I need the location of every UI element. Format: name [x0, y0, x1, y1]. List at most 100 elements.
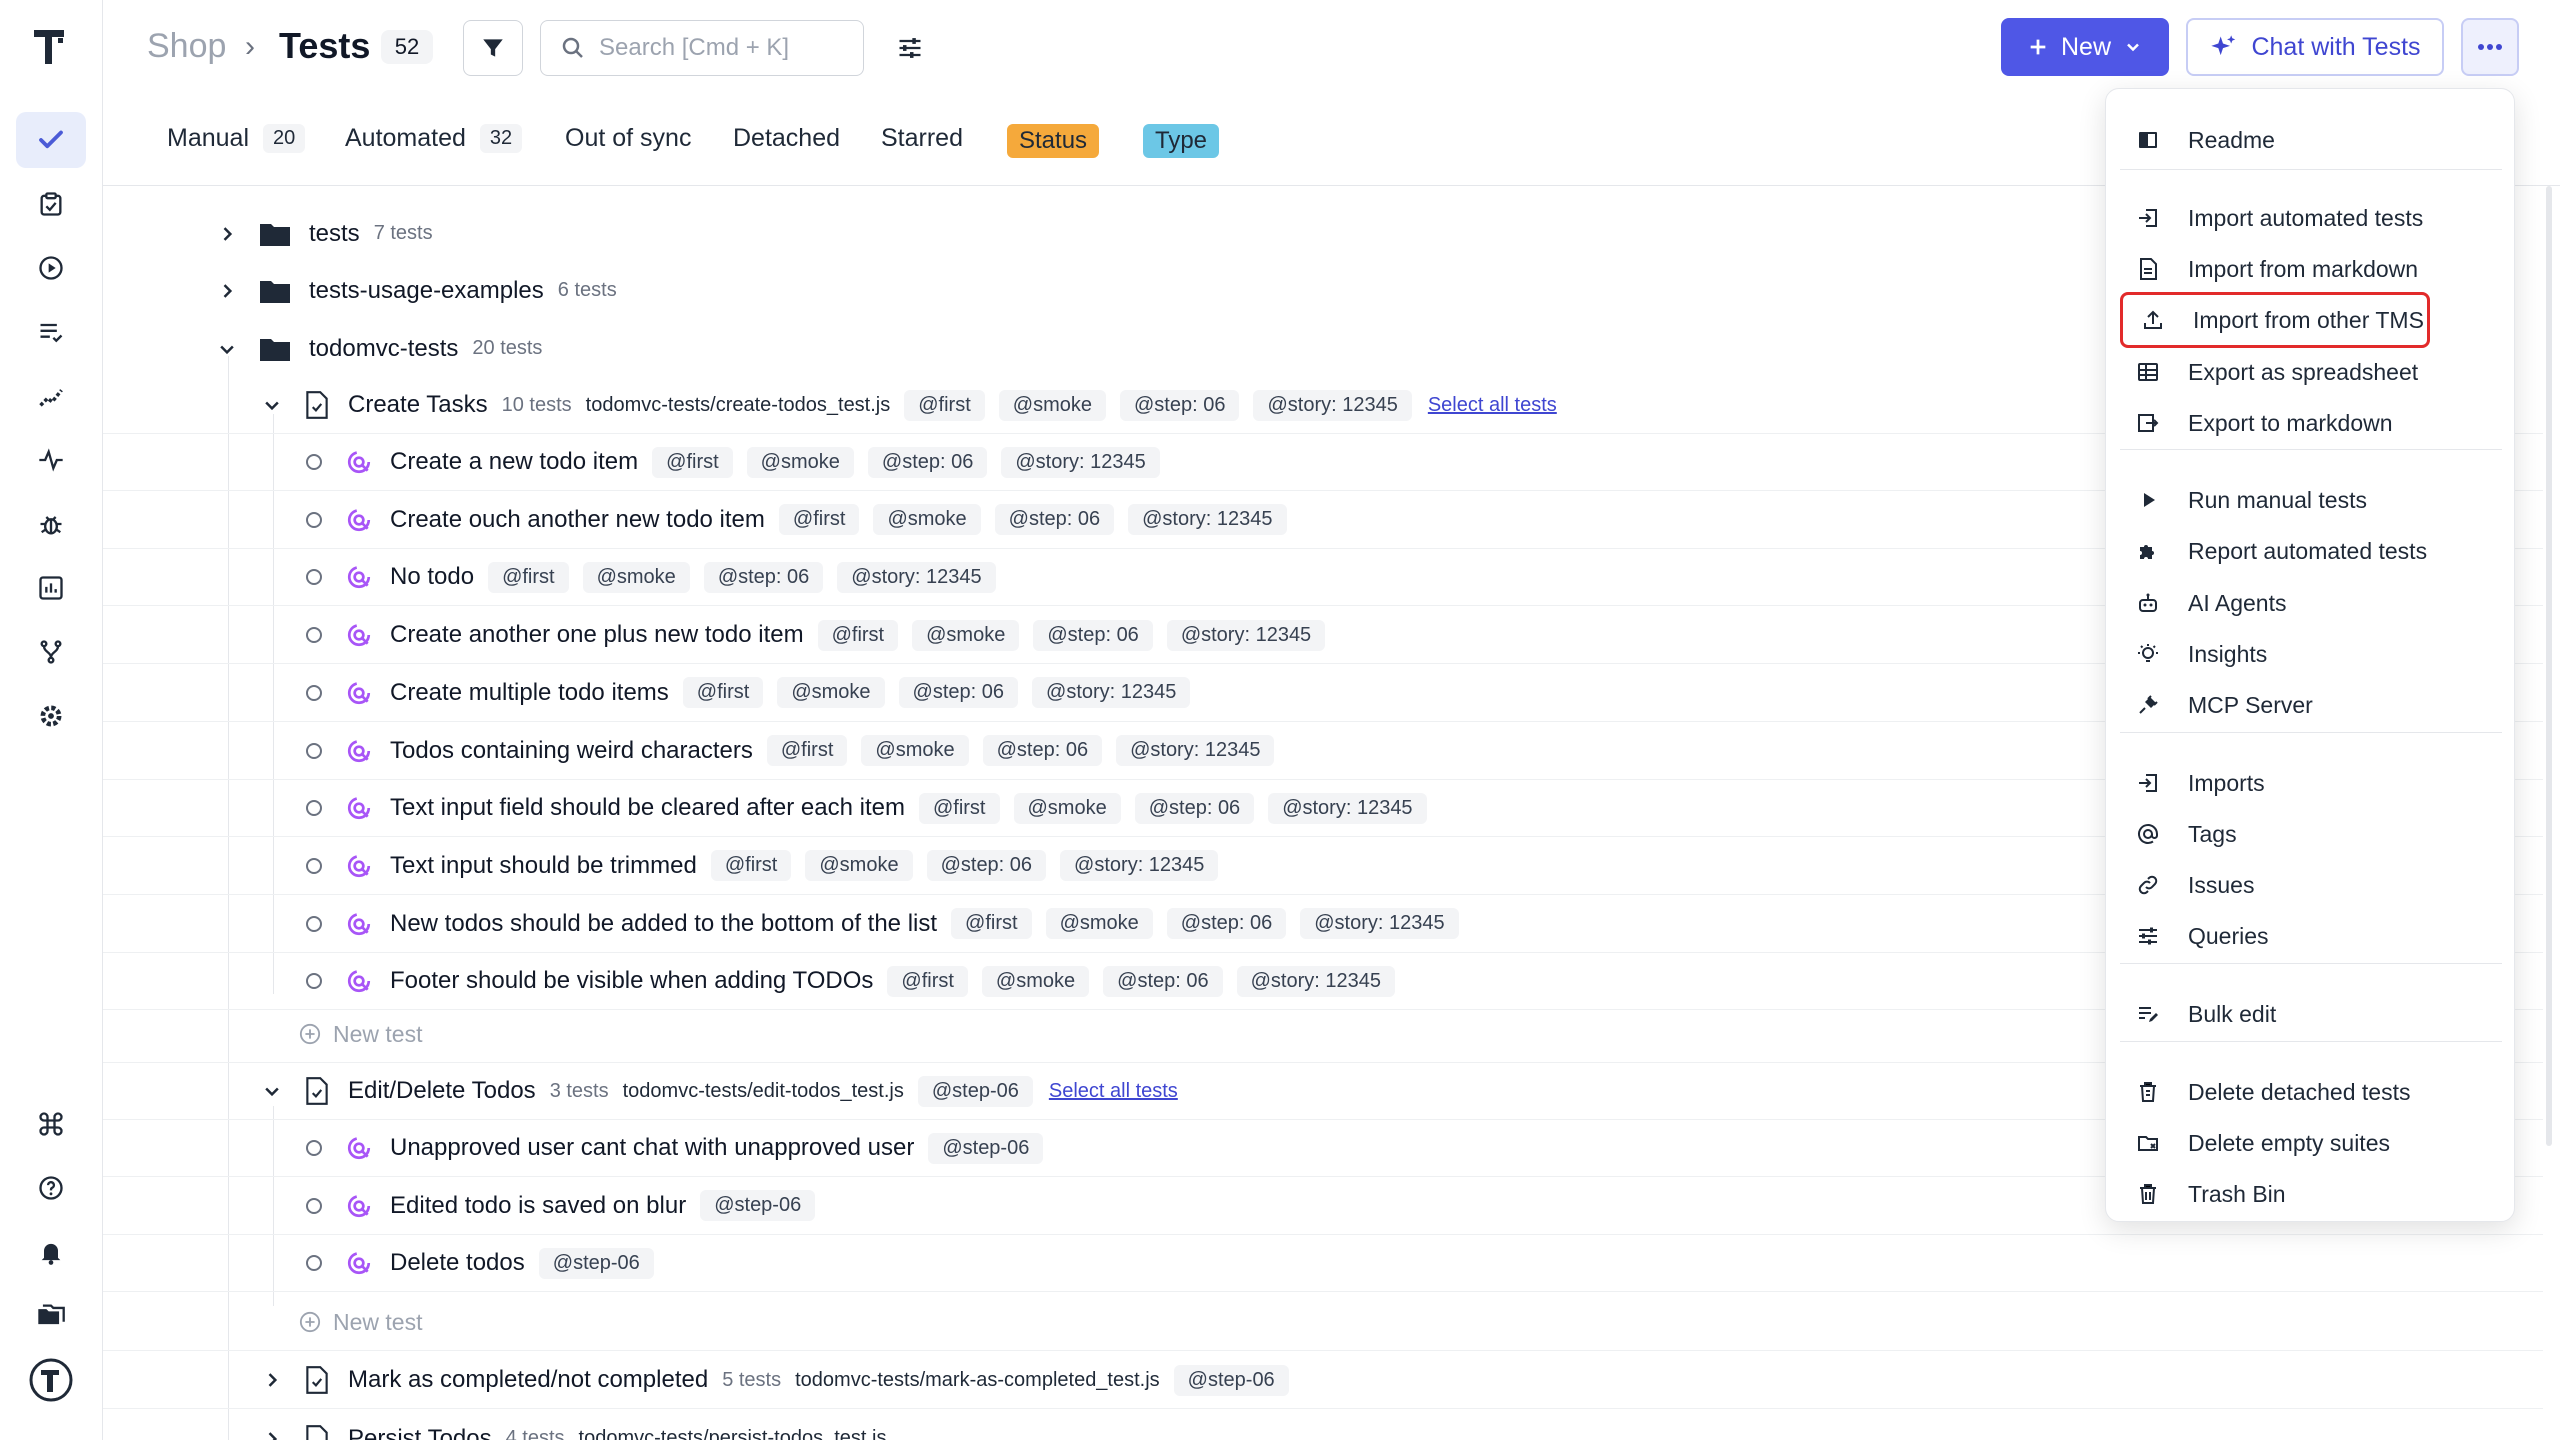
projects-folders-icon[interactable]	[16, 1288, 86, 1344]
chat-with-tests-button[interactable]: Chat with Tests	[2186, 18, 2444, 76]
tag[interactable]: @step: 06	[1033, 619, 1153, 651]
chevron-right-icon[interactable]	[260, 1368, 284, 1392]
tag[interactable]: @story: 12345	[1268, 792, 1427, 824]
breadcrumb-project[interactable]: Shop	[147, 27, 226, 66]
search-box[interactable]	[540, 20, 864, 76]
status-circle-icon[interactable]	[306, 511, 322, 528]
branches-icon[interactable]	[16, 624, 86, 680]
tag[interactable]: @step: 06	[703, 561, 824, 593]
tag[interactable]: @step: 06	[898, 677, 1019, 709]
status-circle-icon[interactable]	[306, 973, 322, 990]
status-circle-icon[interactable]	[306, 1255, 322, 1272]
status-circle-icon[interactable]	[306, 1197, 322, 1214]
command-icon[interactable]	[16, 1096, 86, 1152]
tab-out-of-sync[interactable]: Out of sync	[565, 124, 691, 153]
display-settings-button[interactable]	[888, 28, 932, 68]
menu-item-readme[interactable]: Readme	[2118, 115, 2504, 165]
tag[interactable]: @step-06	[917, 1075, 1033, 1107]
tag[interactable]: @story: 12345	[1032, 677, 1191, 709]
menu-item-export-to-markdown[interactable]: Export to markdown	[2118, 398, 2504, 448]
menu-item-queries[interactable]: Queries	[2118, 911, 2504, 961]
tab-type[interactable]: Type	[1143, 124, 1220, 158]
status-circle-icon[interactable]	[306, 454, 322, 470]
testomatio-logo-icon[interactable]	[28, 24, 72, 68]
tag[interactable]: @story: 12345	[1128, 504, 1287, 536]
chevron-right-icon[interactable]	[260, 1427, 284, 1440]
tag[interactable]: @step: 06	[982, 735, 1103, 766]
tag[interactable]: @smoke	[805, 850, 913, 882]
tag[interactable]: @first	[817, 619, 899, 651]
tag[interactable]: @story: 12345	[837, 561, 996, 593]
tag[interactable]: @smoke	[582, 561, 690, 593]
select-all-tests-link[interactable]: Select all tests	[1049, 1080, 1178, 1103]
account-avatar-icon[interactable]	[16, 1352, 86, 1408]
tag[interactable]: @first	[488, 561, 569, 593]
tag[interactable]: @smoke	[912, 619, 1020, 651]
menu-item-tags[interactable]: Tags	[2118, 809, 2504, 859]
menu-item-trash-bin[interactable]: Trash Bin	[2118, 1169, 2504, 1219]
pulse-icon[interactable]	[16, 432, 86, 488]
menu-item-import-from-other-tms[interactable]: Import from other TMS	[2120, 292, 2430, 348]
runs-list-check-icon[interactable]	[16, 304, 86, 360]
new-test-row[interactable]: New test	[103, 1294, 2543, 1351]
analytics-trend-icon[interactable]	[16, 368, 86, 424]
suite-row[interactable]: Mark as completed/not completed 5 tests …	[103, 1352, 2543, 1409]
tag[interactable]: @step-06	[1173, 1364, 1289, 1396]
help-icon[interactable]	[16, 1160, 86, 1216]
status-circle-icon[interactable]	[306, 684, 322, 701]
tag[interactable]: @step: 06	[994, 504, 1115, 536]
tag[interactable]: @step: 06	[1134, 792, 1255, 824]
menu-item-bulk-edit[interactable]: Bulk edit	[2118, 989, 2504, 1039]
reports-chart-icon[interactable]	[16, 560, 86, 616]
tag[interactable]: @smoke	[981, 965, 1090, 997]
chevron-down-icon[interactable]	[215, 337, 239, 361]
plans-clipboard-icon[interactable]	[16, 176, 86, 232]
tab-detached[interactable]: Detached	[733, 124, 840, 153]
menu-item-export-as-spreadsheet[interactable]: Export as spreadsheet	[2118, 347, 2504, 397]
bug-icon[interactable]	[16, 496, 86, 552]
tag[interactable]: @smoke	[1013, 792, 1121, 824]
tag[interactable]: @step: 06	[867, 446, 988, 478]
status-circle-icon[interactable]	[306, 569, 322, 586]
tag[interactable]: @smoke	[861, 735, 969, 766]
tag[interactable]: @smoke	[746, 446, 854, 478]
tab-manual[interactable]: Manual 20	[167, 124, 306, 153]
suite-row[interactable]: Persist Todos 4 tests todomvc-tests/pers…	[103, 1410, 2543, 1440]
settings-gear-icon[interactable]	[16, 688, 86, 744]
tag[interactable]: @step: 06	[1166, 908, 1287, 940]
tab-automated[interactable]: Automated 32	[345, 124, 523, 153]
status-circle-icon[interactable]	[306, 800, 322, 817]
tag[interactable]: @step: 06	[1120, 389, 1240, 421]
tag[interactable]: @first	[887, 965, 968, 997]
tag[interactable]: @story: 12345	[1060, 850, 1219, 882]
status-circle-icon[interactable]	[306, 1140, 322, 1156]
menu-item-run-manual-tests[interactable]: Run manual tests	[2118, 475, 2504, 525]
tests-nav-check-icon[interactable]	[16, 112, 86, 168]
filter-button[interactable]	[463, 20, 523, 76]
chevron-right-icon[interactable]	[215, 279, 239, 303]
menu-item-insights[interactable]: Insights	[2118, 629, 2504, 679]
runs-play-circle-icon[interactable]	[16, 240, 86, 296]
tag[interactable]: @story: 12345	[1001, 446, 1160, 478]
tag[interactable]: @smoke	[998, 389, 1106, 421]
tag[interactable]: @step: 06	[1103, 965, 1223, 997]
tag[interactable]: @story: 12345	[1300, 908, 1459, 940]
tab-starred[interactable]: Starred	[881, 124, 963, 153]
status-circle-icon[interactable]	[306, 742, 322, 759]
new-button[interactable]: New	[2001, 18, 2169, 76]
tag[interactable]: @smoke	[777, 677, 885, 709]
tag[interactable]: @first	[682, 677, 764, 709]
menu-item-import-automated-tests[interactable]: Import automated tests	[2118, 193, 2504, 243]
tag[interactable]: @step-06	[700, 1190, 816, 1222]
tag[interactable]: @story: 12345	[1116, 735, 1275, 766]
tag[interactable]: @story: 12345	[1236, 965, 1395, 997]
select-all-tests-link[interactable]: Select all tests	[1428, 394, 1557, 417]
menu-item-import-from-markdown[interactable]: Import from markdown	[2118, 244, 2504, 294]
test-row[interactable]: Delete todos @step-06	[103, 1235, 2543, 1293]
menu-item-delete-empty-suites[interactable]: Delete empty suites	[2118, 1118, 2504, 1168]
status-circle-icon[interactable]	[306, 915, 322, 932]
tag[interactable]: @first	[652, 446, 733, 478]
tag[interactable]: @step-06	[538, 1247, 654, 1279]
tag[interactable]: @first	[778, 504, 860, 536]
menu-item-issues[interactable]: Issues	[2118, 860, 2504, 910]
